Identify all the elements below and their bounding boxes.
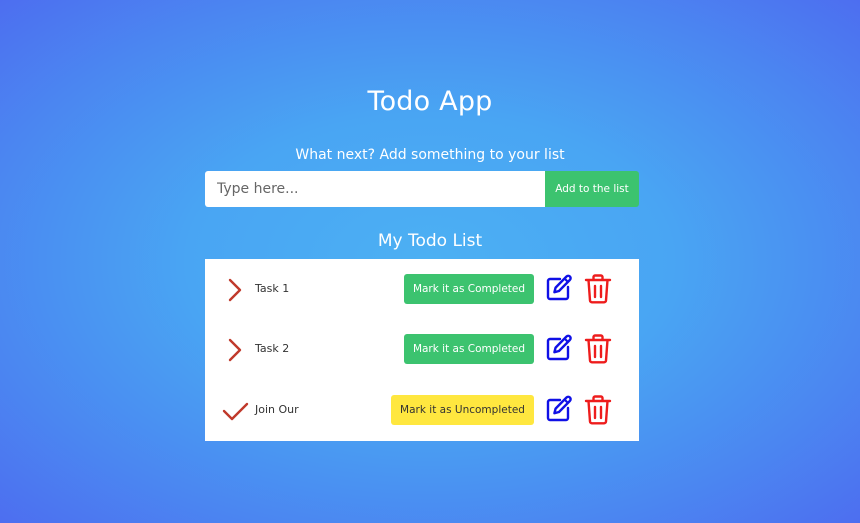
app-page: Todo App What next? Add something to you… — [0, 0, 860, 523]
chevron-right-icon — [228, 278, 242, 302]
todo-item-label: Task 2 — [255, 342, 290, 355]
todo-item-label: Task 1 — [255, 282, 290, 295]
add-to-list-button[interactable]: Add to the list — [545, 171, 639, 207]
add-todo-form: Add to the list — [205, 171, 639, 207]
checkmark-icon — [222, 402, 249, 421]
todo-list: Task 1 Mark it as Completed Task 2 Mark … — [205, 259, 639, 441]
todo-item: Task 1 Mark it as Completed — [205, 259, 639, 319]
mark-completed-button[interactable]: Mark it as Completed — [404, 274, 534, 304]
edit-icon[interactable] — [544, 273, 574, 303]
todo-input[interactable] — [205, 171, 545, 207]
mark-completed-button[interactable]: Mark it as Completed — [404, 334, 534, 364]
mark-uncompleted-button[interactable]: Mark it as Uncompleted — [391, 395, 534, 425]
trash-icon[interactable] — [583, 273, 613, 305]
trash-icon[interactable] — [583, 394, 613, 426]
todo-item: Join Our Mark it as Uncompleted — [205, 380, 639, 440]
app-title: Todo App — [367, 86, 493, 117]
todo-item-label: Join Our — [255, 403, 299, 416]
trash-icon[interactable] — [583, 333, 613, 365]
edit-icon[interactable] — [544, 333, 574, 363]
add-prompt: What next? Add something to your list — [295, 147, 565, 163]
todo-item: Task 2 Mark it as Completed — [205, 319, 639, 379]
edit-icon[interactable] — [544, 394, 574, 424]
chevron-right-icon — [228, 338, 242, 362]
list-heading: My Todo List — [377, 231, 483, 251]
